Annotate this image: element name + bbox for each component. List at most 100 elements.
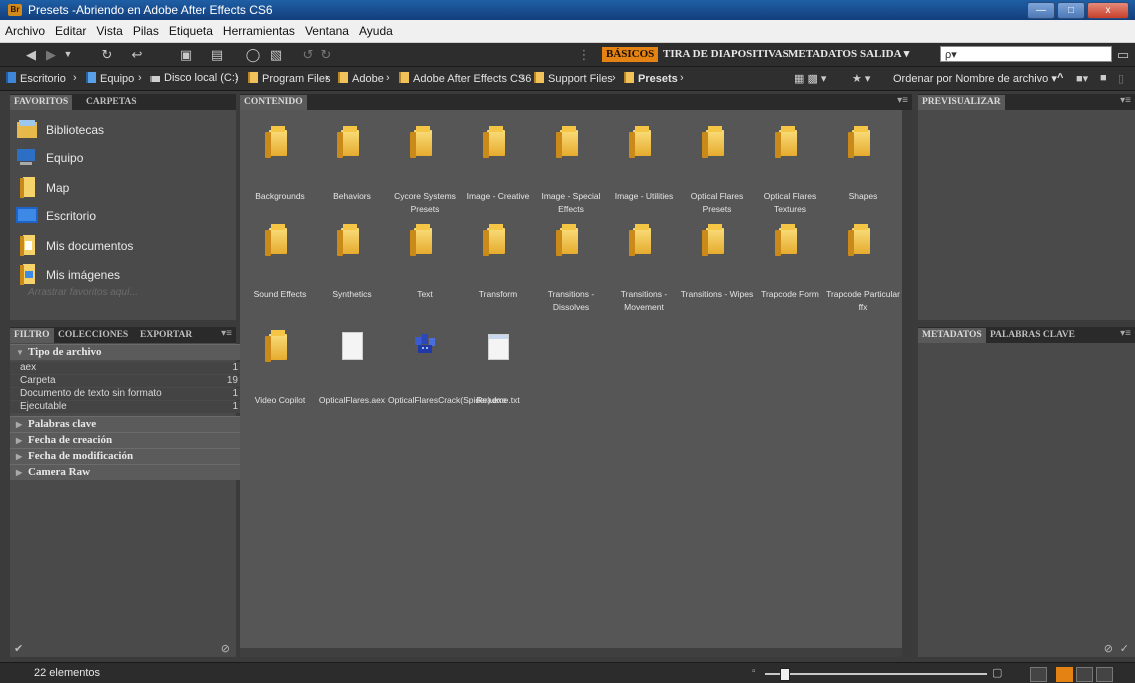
filter-section-fecha-creacion[interactable]: ▶ Fecha de creación: [10, 432, 246, 448]
workspace-metadatos[interactable]: METADATOS: [788, 47, 857, 62]
folder-item[interactable]: Text: [388, 222, 462, 332]
apply-check-icon[interactable]: ✓: [1120, 642, 1129, 655]
file-item[interactable]: OpticalFlares.aex: [315, 328, 389, 438]
rating-star-icon[interactable]: ★ ▾: [852, 72, 870, 85]
menu-etiqueta[interactable]: Etiqueta: [164, 24, 218, 38]
menu-ayuda[interactable]: Ayuda: [354, 24, 398, 38]
rotate-right-icon[interactable]: ↻: [318, 47, 334, 62]
menu-ventana[interactable]: Ventana: [300, 24, 354, 38]
favorite-equipo[interactable]: Equipo: [10, 144, 236, 172]
filter-row-ejecutable[interactable]: Ejecutable 1: [10, 401, 246, 413]
list-view-icon[interactable]: [1096, 667, 1113, 682]
favorite-mis-documentos[interactable]: Mis documentos: [10, 232, 236, 260]
thumbnail-size-slider[interactable]: [765, 673, 987, 675]
filter-row-carpeta[interactable]: Carpeta 19: [10, 375, 246, 387]
refine-icon[interactable]: ▤: [206, 47, 228, 62]
folder-item[interactable]: Synthetics: [315, 222, 389, 332]
maximize-button[interactable]: □: [1057, 2, 1085, 19]
filter-section-camera-raw[interactable]: ▶ Camera Raw: [10, 464, 246, 480]
panel-menu-icon[interactable]: ▾≡: [221, 328, 232, 339]
recent-folder-icon[interactable]: ↻: [96, 47, 118, 62]
tab-colecciones[interactable]: COLECCIONES: [54, 328, 132, 343]
folder-item[interactable]: Optical Flares Textures: [753, 124, 827, 234]
file-item[interactable]: Readme.txt: [461, 328, 535, 438]
folder-item[interactable]: Behaviors: [315, 124, 389, 234]
tab-carpetas[interactable]: CARPETAS: [82, 95, 141, 110]
crumb-support-files[interactable]: Support Files: [534, 72, 613, 85]
folder-item[interactable]: Optical Flares Presets: [680, 124, 754, 234]
return-icon[interactable]: ↩: [130, 47, 144, 62]
chevron-down-icon[interactable]: ▼: [62, 47, 74, 62]
search-input[interactable]: ρ▾: [940, 46, 1112, 62]
clear-filter-icon[interactable]: ⊘: [221, 642, 230, 655]
back-arrow-icon[interactable]: ◀: [22, 47, 40, 62]
pin-icon[interactable]: ✔: [14, 642, 23, 655]
tab-metadatos[interactable]: METADATOS: [918, 328, 986, 343]
rotate-left-icon[interactable]: ↺: [300, 47, 316, 62]
zoom-in-icon[interactable]: ▢: [992, 666, 1002, 679]
menu-pilas[interactable]: Pilas: [128, 24, 164, 38]
output-icon[interactable]: ▧: [262, 47, 290, 62]
folder-item[interactable]: Image - Utilities: [607, 124, 681, 234]
panel-menu-icon[interactable]: ▾≡: [897, 95, 908, 106]
filter-section-palabras-clave[interactable]: ▶ Palabras clave: [10, 416, 246, 432]
tab-palabras-clave[interactable]: PALABRAS CLAVE: [986, 328, 1079, 343]
crumb-equipo[interactable]: Equipo: [86, 72, 134, 85]
favorite-map[interactable]: Map: [10, 174, 236, 202]
favorite-escritorio[interactable]: Escritorio: [10, 202, 236, 230]
tab-favoritos[interactable]: FAVORITOS: [10, 95, 73, 110]
close-button[interactable]: x: [1087, 2, 1129, 19]
thumbnail-view-icon[interactable]: [1056, 667, 1073, 682]
camera-import-icon[interactable]: ▣: [176, 47, 196, 62]
content-scrollbar[interactable]: [902, 110, 912, 657]
slider-thumb[interactable]: [780, 668, 790, 681]
folder-item[interactable]: Transform: [461, 222, 535, 332]
tab-previsualizar[interactable]: PREVISUALIZAR: [918, 95, 1005, 110]
menu-herramientas[interactable]: Herramientas: [218, 24, 300, 38]
crumb-program-files[interactable]: Program Files: [248, 72, 330, 85]
details-view-icon[interactable]: [1076, 667, 1093, 682]
folder-item[interactable]: Transitions - Movement: [607, 222, 681, 332]
trash-icon[interactable]: ▯: [1118, 72, 1124, 85]
workspace-basicos[interactable]: BÁSICOS: [602, 47, 659, 62]
folder-item[interactable]: Transitions - Dissolves: [534, 222, 608, 332]
menu-archivo[interactable]: Archivo: [0, 24, 50, 38]
tab-filtro[interactable]: FILTRO: [10, 328, 54, 343]
file-item[interactable]: OpticalFlaresCrack(Spider).exe: [388, 328, 507, 438]
forward-arrow-icon[interactable]: ▶: [42, 47, 60, 62]
menu-editar[interactable]: Editar: [50, 24, 91, 38]
panel-menu-icon[interactable]: ▾≡: [1120, 328, 1131, 339]
folder-item[interactable]: Trapcode Particular ffx: [826, 222, 900, 332]
folder-item[interactable]: Transitions - Wipes: [680, 222, 754, 332]
panel-toggle-icon[interactable]: ▭: [1116, 47, 1130, 62]
filter-row-aex[interactable]: aex 1: [10, 362, 246, 374]
recent-folders-icon[interactable]: ■▾: [1076, 72, 1088, 85]
folder-item[interactable]: Backgrounds: [243, 124, 317, 234]
folder-item[interactable]: Video Copilot: [243, 328, 317, 438]
folder-item[interactable]: Image - Creative: [461, 124, 535, 234]
workspace-grip-icon[interactable]: ⋮: [574, 47, 594, 62]
tab-exportar[interactable]: EXPORTAR: [136, 328, 196, 343]
open-recent-icon[interactable]: ◯: [244, 47, 262, 62]
folder-item[interactable]: Image - Special Effects: [534, 124, 608, 234]
zoom-out-icon[interactable]: ▫: [752, 666, 756, 677]
filter-row-documento-texto[interactable]: Documento de texto sin formato 1: [10, 388, 246, 400]
tab-contenido[interactable]: CONTENIDO: [240, 95, 307, 110]
folder-item[interactable]: Shapes: [826, 124, 900, 234]
workspace-salida[interactable]: SALIDA ▾: [860, 47, 909, 62]
favorite-bibliotecas[interactable]: Bibliotecas: [10, 116, 236, 144]
panel-menu-icon[interactable]: ▾≡: [1120, 95, 1131, 106]
folder-item[interactable]: Trapcode Form: [753, 222, 827, 332]
folder-item[interactable]: Cycore Systems Presets: [388, 124, 462, 234]
thumbnail-quality-icon[interactable]: ▦ ▩ ▾: [794, 72, 826, 85]
crumb-escritorio[interactable]: Escritorio: [6, 72, 66, 85]
crumb-after-effects[interactable]: Adobe After Effects CS6: [399, 72, 531, 85]
folder-item[interactable]: Sound Effects: [243, 222, 317, 332]
menu-vista[interactable]: Vista: [91, 24, 127, 38]
clear-icon[interactable]: ⊘: [1104, 642, 1113, 655]
sort-dropdown[interactable]: Ordenar por Nombre de archivo ▾: [893, 72, 1057, 85]
grid-lock-icon[interactable]: [1030, 667, 1047, 682]
crumb-disco-local[interactable]: Disco local (C:): [150, 72, 239, 84]
favorite-mis-imagenes[interactable]: Mis imágenes: [10, 261, 236, 289]
crumb-adobe[interactable]: Adobe: [338, 72, 384, 85]
